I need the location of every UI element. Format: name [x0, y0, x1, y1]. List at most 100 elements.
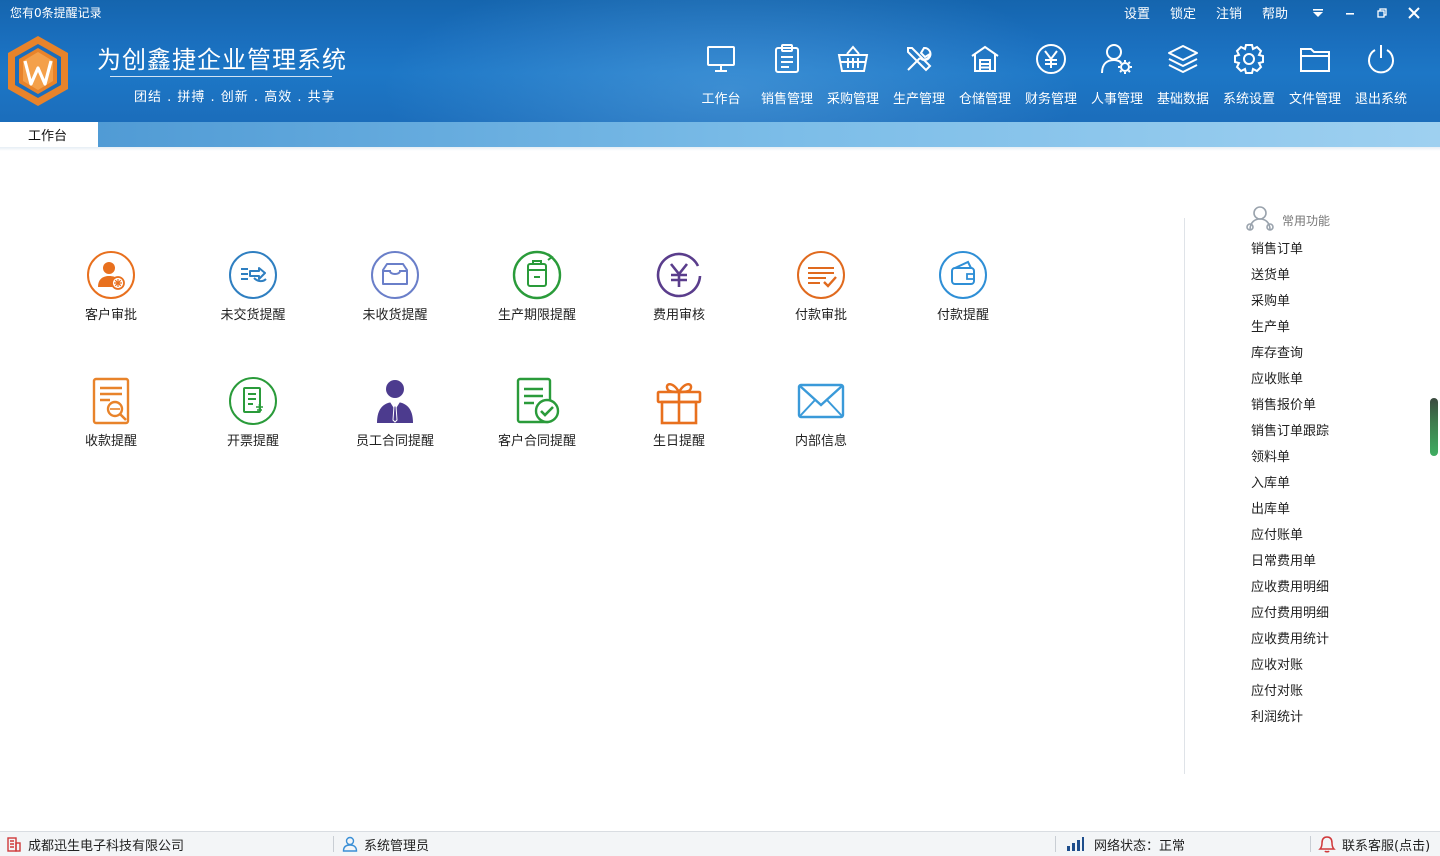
app-slogan: 团结 . 拼搏 . 创新 . 高效 . 共享	[134, 90, 336, 105]
quick-function-item[interactable]: 应收费用统计	[1251, 629, 1329, 655]
quick-function-item[interactable]: 日常费用单	[1251, 551, 1329, 577]
quick-function-item[interactable]: 应收费用明细	[1251, 577, 1329, 603]
module-purchase[interactable]: 采购管理	[820, 40, 886, 110]
customer-approval-icon	[86, 250, 136, 300]
tile-invoice-reminder[interactable]: 开票提醒	[182, 376, 324, 456]
logout-link[interactable]: 注销	[1216, 3, 1242, 22]
user-icon	[342, 836, 358, 852]
tile-unreceived-reminder[interactable]: 未收货提醒	[324, 250, 466, 330]
dropdown-arrow-icon[interactable]	[1306, 4, 1330, 22]
building-icon	[6, 836, 22, 852]
tile-payment-approval[interactable]: 付款审批	[750, 250, 892, 330]
mail-icon	[796, 376, 846, 426]
wallet-icon	[938, 250, 988, 300]
module-finance[interactable]: 财务管理	[1018, 40, 1084, 110]
invoice-icon	[228, 376, 278, 426]
module-exit[interactable]: 退出系统	[1348, 40, 1414, 110]
contact-support-link[interactable]: 联系客服(点击)	[1342, 835, 1430, 854]
quick-function-item[interactable]: 库存查询	[1251, 343, 1329, 369]
quick-function-item[interactable]: 应收账单	[1251, 369, 1329, 395]
quick-function-item[interactable]: 销售报价单	[1251, 395, 1329, 421]
unreceived-icon	[370, 250, 420, 300]
quick-functions-list: 销售订单 送货单 采购单 生产单 库存查询 应收账单 销售报价单 销售订单跟踪 领料单 入库单 出库…	[1251, 239, 1329, 733]
module-warehouse[interactable]: 仓储管理	[952, 40, 1018, 110]
tab-shadow	[0, 147, 1440, 151]
company-name: 成都迅生电子科技有限公司	[28, 838, 185, 854]
quick-function-item[interactable]: 销售订单	[1251, 239, 1329, 265]
tile-internal-message[interactable]: 内部信息	[750, 376, 892, 456]
users-icon	[1246, 205, 1274, 235]
support-segment[interactable]: 联系客服(点击)	[1318, 832, 1430, 856]
production-deadline-icon	[512, 250, 562, 300]
tile-expense-audit[interactable]: 费用审核	[608, 250, 750, 330]
power-icon	[1364, 40, 1398, 78]
top-toolbar: 设置 锁定 注销 帮助	[1104, 3, 1426, 22]
basket-icon	[836, 40, 870, 78]
tile-payment-reminder[interactable]: 付款提醒	[892, 250, 1034, 330]
warehouse-icon	[968, 40, 1002, 78]
user-gear-icon	[1100, 40, 1134, 78]
receipt-search-icon	[86, 376, 136, 426]
monitor-icon	[704, 40, 738, 78]
tile-receipt-reminder[interactable]: 收款提醒	[40, 376, 182, 456]
module-workbench[interactable]: 工作台	[688, 40, 754, 110]
clipboard-icon	[770, 40, 804, 78]
contract-check-icon	[512, 376, 562, 426]
quick-function-item[interactable]: 应付费用明细	[1251, 603, 1329, 629]
module-hr[interactable]: 人事管理	[1084, 40, 1150, 110]
quick-function-item[interactable]: 销售订单跟踪	[1251, 421, 1329, 447]
settings-link[interactable]: 设置	[1124, 3, 1150, 22]
help-link[interactable]: 帮助	[1262, 3, 1288, 22]
expense-audit-icon	[654, 250, 704, 300]
status-separator	[1055, 836, 1056, 852]
network-segment: 网络状态：正常	[1066, 832, 1185, 856]
current-user: 系统管理员	[364, 838, 430, 854]
tile-undelivered-reminder[interactable]: 未交货提醒	[182, 250, 324, 330]
payment-approval-icon	[796, 250, 846, 300]
tile-birthday-reminder[interactable]: 生日提醒	[608, 376, 750, 456]
signal-icon	[1066, 837, 1084, 851]
status-bar: 成都迅生电子科技有限公司 系统管理员 网络状态：正常 联系客服(点击)	[0, 831, 1440, 856]
folder-icon	[1298, 40, 1332, 78]
company-logo	[5, 34, 71, 108]
module-files[interactable]: 文件管理	[1282, 40, 1348, 110]
module-sales[interactable]: 销售管理	[754, 40, 820, 110]
quick-function-item[interactable]: 领料单	[1251, 447, 1329, 473]
quick-function-item[interactable]: 生产单	[1251, 317, 1329, 343]
tab-workbench[interactable]: 工作台	[0, 122, 98, 147]
quick-function-item[interactable]: 应付账单	[1251, 525, 1329, 551]
status-separator	[1310, 836, 1311, 852]
minimize-icon[interactable]	[1338, 4, 1362, 22]
quick-function-item[interactable]: 利润统计	[1251, 707, 1329, 733]
app-header: 您有0条提醒记录 设置 锁定 注销 帮助 为创鑫捷企业管理系统 团结 . 拼搏 …	[0, 0, 1440, 122]
app-title: 为创鑫捷企业管理系统	[97, 46, 347, 74]
tile-customer-approval[interactable]: 客户审批	[40, 250, 182, 330]
quick-function-item[interactable]: 入库单	[1251, 473, 1329, 499]
status-separator	[333, 836, 334, 852]
panel-divider	[1184, 218, 1185, 774]
module-production[interactable]: 生产管理	[886, 40, 952, 110]
reminder-count-text[interactable]: 您有0条提醒记录	[10, 4, 102, 21]
module-basedata[interactable]: 基础数据	[1150, 40, 1216, 110]
employee-icon	[370, 376, 420, 426]
lock-link[interactable]: 锁定	[1170, 3, 1196, 22]
title-divider	[110, 76, 332, 77]
tile-customer-contract[interactable]: 客户合同提醒	[466, 376, 608, 456]
layers-icon	[1166, 40, 1200, 78]
close-icon[interactable]	[1402, 4, 1426, 22]
gift-icon	[654, 376, 704, 426]
yen-icon	[1034, 40, 1068, 78]
quick-function-item[interactable]: 送货单	[1251, 265, 1329, 291]
company-segment: 成都迅生电子科技有限公司	[6, 832, 184, 856]
tile-employee-contract[interactable]: 员工合同提醒	[324, 376, 466, 456]
restore-icon[interactable]	[1370, 4, 1394, 22]
quick-functions-header: 常用功能	[1246, 205, 1330, 235]
module-settings[interactable]: 系统设置	[1216, 40, 1282, 110]
module-nav: 工作台 销售管理 采购管理 生产管理 仓储管理 财务管理 人事管理 基础数据 系…	[688, 40, 1414, 110]
tile-production-deadline[interactable]: 生产期限提醒	[466, 250, 608, 330]
quick-function-item[interactable]: 采购单	[1251, 291, 1329, 317]
quick-function-item[interactable]: 应付对账	[1251, 681, 1329, 707]
quick-function-item[interactable]: 出库单	[1251, 499, 1329, 525]
scroll-indicator[interactable]	[1430, 398, 1438, 456]
quick-function-item[interactable]: 应收对账	[1251, 655, 1329, 681]
